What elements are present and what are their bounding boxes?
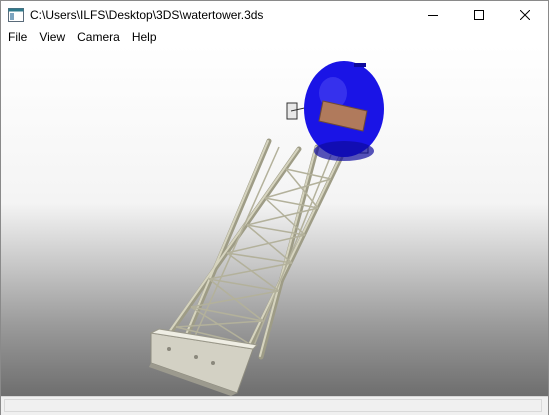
- menu-help[interactable]: Help: [126, 29, 163, 45]
- title-bar[interactable]: C:\Users\ILFS\Desktop\3DS\watertower.3ds: [1, 1, 548, 29]
- status-pane: [4, 399, 542, 412]
- menu-file[interactable]: File: [1, 29, 33, 45]
- close-button[interactable]: [502, 1, 548, 29]
- status-bar: [1, 396, 548, 415]
- 3d-viewport[interactable]: [1, 45, 548, 396]
- close-icon: [520, 10, 530, 20]
- maximize-icon: [474, 10, 484, 20]
- menu-bar: File View Camera Help: [1, 29, 548, 45]
- menu-camera[interactable]: Camera: [71, 29, 126, 45]
- app-window: C:\Users\ILFS\Desktop\3DS\watertower.3ds: [0, 0, 549, 415]
- maximize-button[interactable]: [456, 1, 502, 29]
- app-window-icon[interactable]: [8, 7, 24, 23]
- minimize-icon: [428, 15, 438, 16]
- caption-buttons: [410, 1, 548, 29]
- menu-view[interactable]: View: [33, 29, 71, 45]
- window-title: C:\Users\ILFS\Desktop\3DS\watertower.3ds: [30, 8, 264, 22]
- watertower-model: [149, 61, 384, 396]
- minimize-button[interactable]: [410, 1, 456, 29]
